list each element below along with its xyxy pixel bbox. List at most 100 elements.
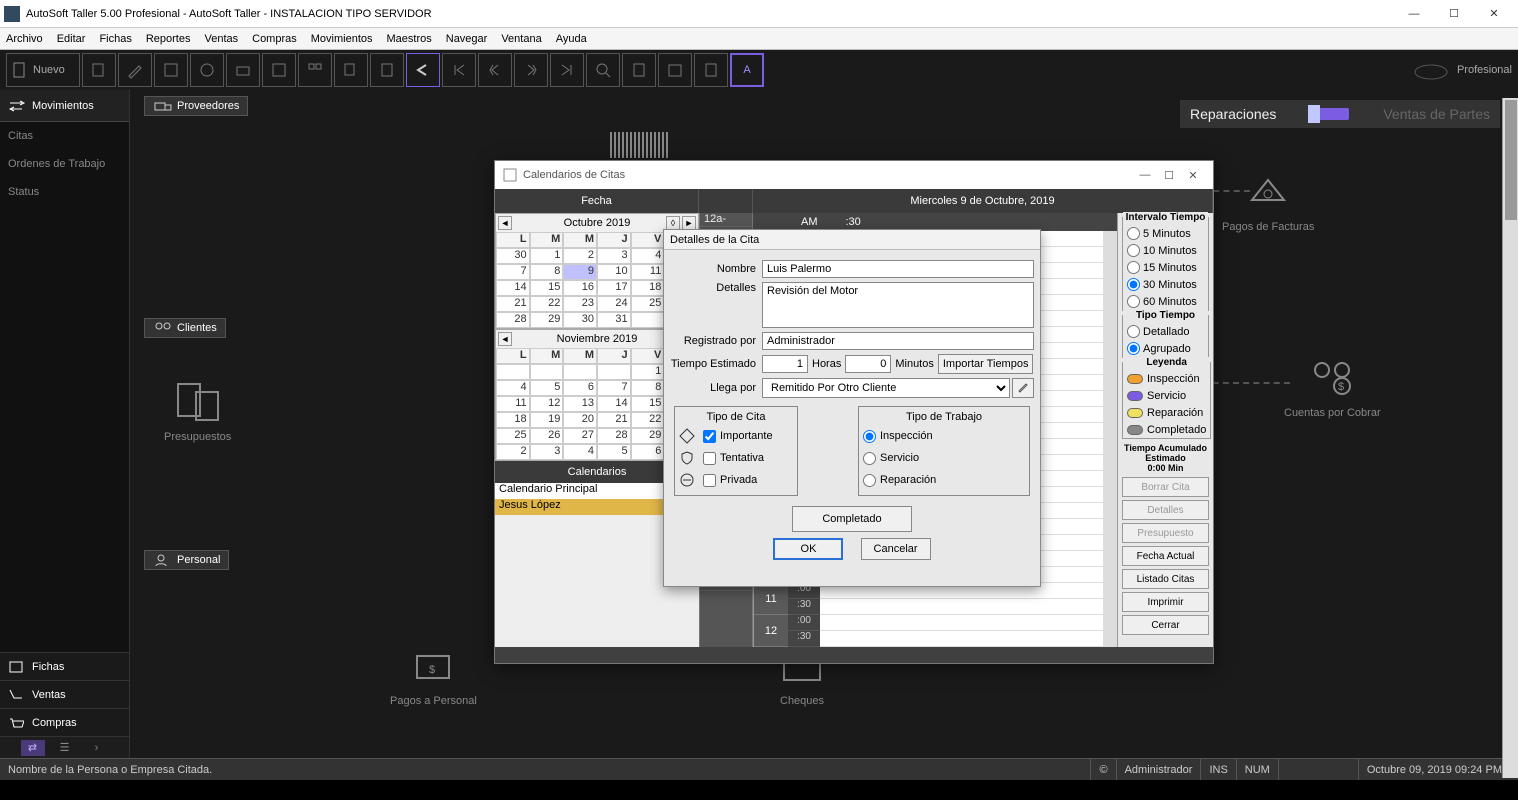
clientes-tag[interactable]: Clientes (144, 318, 226, 338)
sidebar-ventas[interactable]: Ventas (0, 680, 129, 708)
tipo-agrupado[interactable]: Agrupado (1123, 340, 1208, 357)
maximize-button[interactable]: ☐ (1434, 2, 1474, 26)
toolbar-search[interactable] (586, 53, 620, 87)
cerrar-button[interactable]: Cerrar (1122, 615, 1209, 635)
menu-fichas[interactable]: Fichas (99, 33, 131, 45)
person-icon (153, 553, 173, 567)
interval-60[interactable]: 60 Minutos (1123, 293, 1208, 310)
menu-ventana[interactable]: Ventana (501, 33, 541, 45)
imprimir-button[interactable]: Imprimir (1122, 592, 1209, 612)
toolbar-btn-3[interactable] (154, 53, 188, 87)
tentativa-checkbox[interactable]: Tentativa (679, 447, 793, 469)
main-scrollbar[interactable] (1502, 98, 1518, 778)
workspace: Proveedores Clientes Personal Presupuest… (130, 90, 1518, 758)
minutos-field[interactable] (845, 355, 891, 373)
chevron-right-icon[interactable]: › (85, 740, 109, 756)
horas-field[interactable] (762, 355, 808, 373)
sidebar-item-ordenes[interactable]: Ordenes de Trabajo (0, 150, 129, 178)
toolbar-btn-9[interactable] (370, 53, 404, 87)
interval-15[interactable]: 15 Minutos (1123, 259, 1208, 276)
detalles-field[interactable] (762, 282, 1034, 328)
pagos-facturas-node[interactable]: Pagos de Facturas (1222, 172, 1314, 233)
nuevo-button[interactable]: Nuevo (6, 53, 80, 87)
ok-button[interactable]: OK (773, 538, 843, 560)
menu-ventas[interactable]: Ventas (204, 33, 238, 45)
toolbar-prev[interactable] (478, 53, 512, 87)
sidebar-compras[interactable]: Compras (0, 708, 129, 736)
completado-button[interactable]: Completado (792, 506, 912, 532)
interval-30[interactable]: 30 Minutos (1123, 276, 1208, 293)
presupuesto-button[interactable]: Presupuesto (1122, 523, 1209, 543)
month-next[interactable]: ► (682, 216, 696, 230)
last-icon (558, 61, 576, 79)
registrado-field[interactable] (762, 332, 1034, 350)
toolbar-btn-4[interactable] (190, 53, 224, 87)
privada-checkbox[interactable]: Privada (679, 469, 793, 491)
cal-scrollbar[interactable] (1103, 231, 1117, 647)
toolbar-first[interactable] (442, 53, 476, 87)
toolbar-back-button[interactable] (406, 53, 440, 87)
interval-10[interactable]: 10 Minutos (1123, 242, 1208, 259)
detalles-button[interactable]: Detalles (1122, 500, 1209, 520)
llega-por-select[interactable]: Remitido Por Otro Cliente (762, 378, 1010, 398)
toolbar-cal[interactable] (658, 53, 692, 87)
cal-minimize[interactable]: — (1133, 169, 1157, 181)
toolbar-last[interactable] (550, 53, 584, 87)
close-button[interactable]: ✕ (1474, 2, 1514, 26)
toggle-knob[interactable] (1311, 108, 1349, 120)
month-prev-nov[interactable]: ◄ (498, 332, 512, 346)
month-prev[interactable]: ◄ (498, 216, 512, 230)
borrar-cita-button[interactable]: Borrar Cita (1122, 477, 1209, 497)
menu-reportes[interactable]: Reportes (146, 33, 191, 45)
sidebar-item-citas[interactable]: Citas (0, 122, 129, 150)
tipo-detallado[interactable]: Detallado (1123, 323, 1208, 340)
toolbar-a-button[interactable]: A (730, 53, 764, 87)
cal-close[interactable]: ✕ (1181, 169, 1205, 182)
menu-movimientos[interactable]: Movimientos (311, 33, 373, 45)
listado-citas-button[interactable]: Listado Citas (1122, 569, 1209, 589)
toolbar-next[interactable] (514, 53, 548, 87)
trabajo-servicio[interactable]: Servicio (863, 447, 1025, 469)
toolbar-btn-8[interactable] (334, 53, 368, 87)
pagos-personal-node[interactable]: $ Pagos a Personal (390, 650, 477, 707)
menu-navegar[interactable]: Navegar (446, 33, 488, 45)
importante-checkbox[interactable]: Importante (679, 425, 793, 447)
menu-archivo[interactable]: Archivo (6, 33, 43, 45)
menu-compras[interactable]: Compras (252, 33, 297, 45)
calculator-icon (630, 61, 648, 79)
cuentas-cobrar-node[interactable]: $ Cuentas por Cobrar (1284, 358, 1381, 419)
list-icon[interactable]: ☰ (53, 740, 77, 756)
barcode-icon (610, 132, 670, 158)
swap-icon[interactable]: ⇄ (21, 740, 45, 756)
nombre-field[interactable] (762, 260, 1034, 278)
cancelar-button[interactable]: Cancelar (861, 538, 931, 560)
sidebar-fichas[interactable]: Fichas (0, 652, 129, 680)
toolbar-doc[interactable] (694, 53, 728, 87)
presupuestos-node[interactable]: Presupuestos (164, 378, 231, 443)
personal-tag[interactable]: Personal (144, 550, 229, 570)
menu-editar[interactable]: Editar (57, 33, 86, 45)
toolbar-btn-7[interactable] (298, 53, 332, 87)
toolbar-btn-6[interactable] (262, 53, 296, 87)
trabajo-reparacion[interactable]: Reparación (863, 469, 1025, 491)
menu-ayuda[interactable]: Ayuda (556, 33, 587, 45)
importar-tiempos-button[interactable]: Importar Tiempos (938, 354, 1034, 374)
edit-llega-button[interactable] (1012, 378, 1034, 398)
minimize-button[interactable]: — (1394, 2, 1434, 26)
toggle-ventas-reparaciones[interactable]: Reparaciones Ventas de Partes (1180, 100, 1500, 128)
toolbar-btn-5[interactable] (226, 53, 260, 87)
sidebar-item-status[interactable]: Status (0, 178, 129, 206)
toolbar-btn-1[interactable] (82, 53, 116, 87)
cal-maximize[interactable]: ☐ (1157, 169, 1181, 182)
next-icon (522, 61, 540, 79)
month-spin[interactable]: ◊ (666, 216, 680, 230)
menu-maestros[interactable]: Maestros (387, 33, 432, 45)
toolbar-btn-2[interactable] (118, 53, 152, 87)
toolbar-right: Profesional (1411, 58, 1512, 82)
proveedores-tag[interactable]: Proveedores (144, 96, 248, 116)
fecha-actual-button[interactable]: Fecha Actual (1122, 546, 1209, 566)
interval-5[interactable]: 5 Minutos (1123, 225, 1208, 242)
trabajo-inspeccion[interactable]: Inspección (863, 425, 1025, 447)
toolbar-calc[interactable] (622, 53, 656, 87)
sidebar-title-movimientos[interactable]: Movimientos (0, 90, 129, 122)
